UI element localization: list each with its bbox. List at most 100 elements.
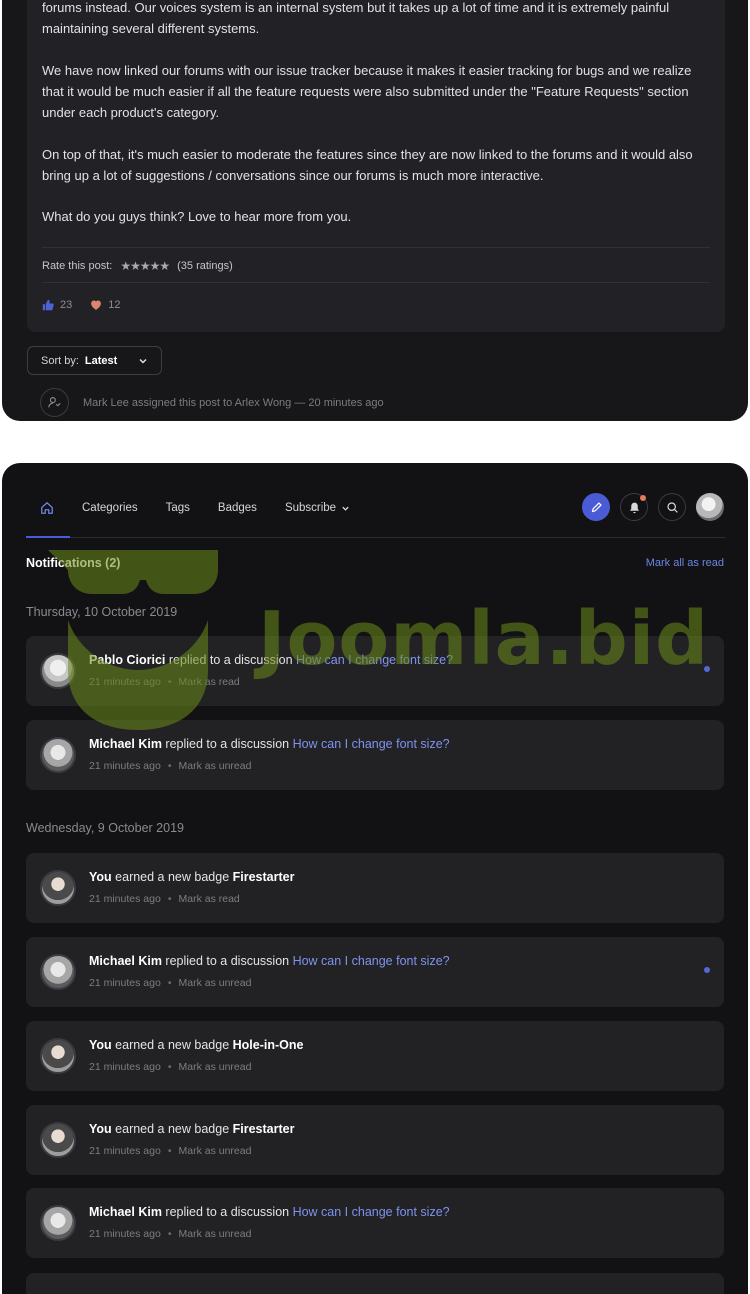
chevron-down-icon	[139, 358, 147, 364]
notification-meta: 21 minutes ago • Mark as unread	[89, 1228, 251, 1240]
ratings-count: (35 ratings)	[177, 260, 233, 272]
divider	[42, 247, 710, 248]
divider	[42, 282, 710, 283]
actor-name: You	[89, 1038, 112, 1052]
notification-item[interactable]: Michael Kim replied to a discussion How …	[26, 937, 724, 1007]
action-text: earned a new badge	[111, 1038, 233, 1052]
notification-item[interactable]: You earned a new badge Firestarter 21 mi…	[26, 853, 724, 923]
notification-text: Pablo Ciorici replied to a discussion Ho…	[89, 653, 453, 667]
unread-indicator	[704, 967, 710, 973]
mark-all-read-link[interactable]: Mark all as read	[646, 557, 724, 569]
discussion-link[interactable]: How can I change font size?	[293, 954, 450, 968]
notification-item[interactable]: Michael Kim replied to a discussion How …	[26, 1188, 724, 1258]
activity-log: Mark Lee assigned this post to Arlex Won…	[40, 388, 384, 417]
actor-name: You	[89, 870, 112, 884]
sort-label: Sort by:	[41, 354, 79, 367]
date-group-label: Wednesday, 9 October 2019	[26, 821, 184, 835]
post-paragraph: On top of that, it's much easier to mode…	[42, 147, 693, 183]
like-button[interactable]: 23	[42, 299, 72, 311]
unread-indicator	[704, 666, 710, 672]
action-text: earned a new badge	[111, 870, 233, 884]
notifications-panel: Categories Tags Badges Subscribe Notific…	[2, 463, 748, 1294]
post-panel: forums instead. Our voices system is an …	[2, 0, 748, 421]
heart-button[interactable]: 12	[90, 299, 121, 311]
heart-count: 12	[108, 299, 121, 311]
avatar	[40, 954, 76, 990]
timestamp: 21 minutes ago	[89, 893, 161, 905]
timestamp: 21 minutes ago	[89, 1061, 161, 1073]
avatar	[40, 1122, 76, 1158]
avatar	[40, 737, 76, 773]
badge-name: Firestarter	[232, 870, 295, 884]
notification-item[interactable]: You earned a new badge Firestarter 21 mi…	[26, 1105, 724, 1175]
star-rating[interactable]: ★★★★★	[120, 259, 170, 273]
notification-meta: 21 minutes ago • Mark as read	[89, 676, 240, 688]
action-text: replied to a discussion	[161, 1205, 293, 1219]
home-icon	[41, 502, 53, 514]
avatar	[40, 1205, 76, 1241]
notification-meta: 21 minutes ago • Mark as unread	[89, 760, 251, 772]
activity-text: Mark Lee assigned this post to Arlex Won…	[83, 396, 384, 409]
discussion-link[interactable]: How can I change font size?	[293, 737, 450, 751]
separator: •	[167, 1145, 172, 1157]
mark-unread-link[interactable]: Mark as unread	[179, 760, 252, 772]
badge-name: Hole-in-One	[232, 1038, 304, 1052]
notification-indicator	[640, 495, 646, 501]
user-avatar[interactable]	[696, 493, 724, 521]
mark-read-link[interactable]: Mark as read	[179, 893, 240, 905]
separator: •	[167, 977, 172, 989]
mark-unread-link[interactable]: Mark as unread	[179, 1145, 252, 1157]
action-text: replied to a discussion	[165, 653, 297, 667]
separator: •	[167, 893, 172, 905]
post-paragraph: forums instead. Our voices system is an …	[42, 0, 670, 36]
sort-dropdown[interactable]: Sort by: Latest	[27, 346, 162, 375]
search-button[interactable]	[658, 493, 686, 521]
notification-meta: 21 minutes ago • Mark as unread	[89, 1145, 251, 1157]
actor-name: Pablo Ciorici	[89, 653, 166, 667]
notification-meta: 21 minutes ago • Mark as unread	[89, 977, 251, 989]
separator: •	[167, 1228, 172, 1240]
top-navbar: Categories Tags Badges Subscribe	[2, 463, 748, 539]
nav-subscribe-label: Subscribe	[284, 502, 337, 514]
notifications-button[interactable]	[620, 493, 648, 521]
rate-row: Rate this post: ★★★★★ (35 ratings)	[42, 257, 233, 275]
notification-item[interactable]: Michael Kim replied to a discussion How …	[26, 720, 724, 790]
notification-item[interactable]: Pablo Ciorici replied to a discussion Ho…	[26, 636, 724, 706]
mark-unread-link[interactable]: Mark as unread	[179, 1228, 252, 1240]
mark-unread-link[interactable]: Mark as unread	[179, 1061, 252, 1073]
nav-home[interactable]	[26, 493, 82, 523]
nav-tags[interactable]: Tags	[166, 493, 190, 523]
timestamp: 21 minutes ago	[89, 1145, 161, 1157]
nav-categories[interactable]: Categories	[82, 493, 138, 523]
avatar	[40, 653, 76, 689]
nav-badges[interactable]: Badges	[218, 493, 257, 523]
post-paragraph: We have now linked our forums with our i…	[42, 63, 692, 120]
nav-divider	[26, 537, 726, 538]
avatar	[40, 870, 76, 906]
post-paragraph: What do you guys think? Love to hear mor…	[42, 209, 352, 224]
action-text: earned a new badge	[111, 1122, 233, 1136]
notification-meta: 21 minutes ago • Mark as unread	[89, 1061, 251, 1073]
actor-name: You	[89, 1122, 112, 1136]
separator: •	[167, 1061, 172, 1073]
bell-icon	[629, 502, 639, 513]
chevron-down-icon	[342, 506, 349, 511]
separator: •	[167, 676, 172, 688]
assign-user-icon	[40, 388, 69, 417]
pencil-icon	[591, 501, 602, 512]
discussion-link[interactable]: How can I change font size?	[296, 653, 453, 667]
mark-read-link[interactable]: Mark as read	[179, 676, 240, 688]
compose-button[interactable]	[582, 493, 610, 521]
rate-label: Rate this post:	[42, 260, 113, 272]
nav-subscribe[interactable]: Subscribe	[285, 493, 350, 523]
discussion-link[interactable]: How can I change font size?	[293, 1205, 450, 1219]
notification-item[interactable]	[26, 1273, 724, 1294]
mark-unread-link[interactable]: Mark as unread	[179, 977, 252, 989]
date-group-label: Thursday, 10 October 2019	[26, 605, 178, 619]
actor-name: Michael Kim	[89, 737, 162, 751]
notification-text: Michael Kim replied to a discussion How …	[89, 954, 450, 968]
notifications-title: Notifications (2)	[26, 556, 121, 570]
notification-item[interactable]: You earned a new badge Hole-in-One 21 mi…	[26, 1021, 724, 1091]
timestamp: 21 minutes ago	[89, 977, 161, 989]
nav-menu: Categories Tags Badges Subscribe	[26, 493, 350, 523]
